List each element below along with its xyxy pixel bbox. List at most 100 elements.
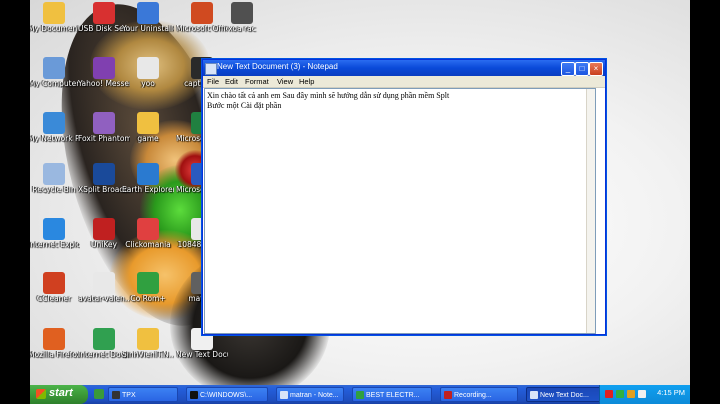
maximize-button[interactable]: □ bbox=[575, 62, 589, 76]
desktop-icon[interactable]: Co Rom+ bbox=[122, 272, 174, 303]
uninstall-icon bbox=[137, 2, 159, 24]
desktop-icon-label: SinhVienIT.N... bbox=[122, 351, 174, 359]
desktop-icon-label: game bbox=[137, 135, 159, 143]
taskbar: start TPX C:\WINDOWS\... matran - Note... B… bbox=[30, 385, 690, 404]
left-black-bar bbox=[0, 0, 30, 404]
desktop-icon-label: My Documents bbox=[30, 25, 80, 33]
desktop-icon[interactable]: Earth Explorer DEM 3.5 bbox=[122, 163, 174, 194]
close-button[interactable]: × bbox=[589, 62, 603, 76]
screen: My DocumentsUSB Disk SecurityYour Uninst… bbox=[0, 0, 720, 404]
computer-icon bbox=[43, 57, 65, 79]
desktop-icon-label: Mozilla Firefox bbox=[30, 351, 80, 359]
desktop-icon[interactable]: Clickomania bbox=[122, 218, 174, 249]
document-text[interactable]: Xin chào tất cả anh em Sau đây mình sẽ h… bbox=[207, 91, 449, 111]
menu-edit[interactable]: Edit bbox=[225, 77, 238, 86]
tray-antivirus-icon[interactable] bbox=[605, 390, 613, 398]
desktop-icon-label: Earth Explorer DEM 3.5 bbox=[122, 186, 174, 194]
folder-icon bbox=[137, 112, 159, 134]
unikey-icon bbox=[93, 218, 115, 240]
desktop-icon[interactable]: CCleaner bbox=[30, 272, 80, 303]
notepad-icon bbox=[530, 391, 538, 399]
start-label: start bbox=[49, 387, 73, 399]
start-button[interactable]: start bbox=[30, 385, 88, 404]
foxit-icon bbox=[93, 112, 115, 134]
desktop-icon-label: Your Uninstaller! bbox=[122, 25, 174, 33]
text-editor[interactable]: Xin chào tất cả anh em Sau đây mình sẽ h… bbox=[204, 88, 596, 334]
taskbar-button-label: matran - Note... bbox=[290, 392, 339, 399]
vertical-scrollbar[interactable] bbox=[586, 89, 595, 333]
desktop-icon-label: Recycle Bin bbox=[32, 186, 76, 194]
desktop-icon-label: Co Rom+ bbox=[130, 295, 166, 303]
desktop-icon-label: CCleaner bbox=[36, 295, 72, 303]
globe-icon bbox=[137, 163, 159, 185]
desktop-icon-label: yoo bbox=[141, 80, 155, 88]
taskbar-button[interactable]: matran - Note... bbox=[276, 387, 344, 402]
desktop-icon-label: Internet Explorer bbox=[30, 241, 80, 249]
desktop-icon-label: New Text Document (2) bbox=[176, 351, 228, 359]
folder-icon bbox=[137, 328, 159, 350]
title-bar[interactable]: New Text Document (3) - Notepad _ □ × bbox=[203, 60, 605, 76]
tray-app-icon[interactable] bbox=[616, 390, 624, 398]
desktop-icon-label: xoa rac bbox=[228, 25, 256, 33]
tray-speaker-icon[interactable] bbox=[638, 390, 646, 398]
notepad-icon bbox=[280, 391, 288, 399]
menu-help[interactable]: Help bbox=[299, 77, 314, 86]
menu-format[interactable]: Format bbox=[245, 77, 269, 86]
powerpoint-icon bbox=[191, 2, 213, 24]
taskbar-button[interactable]: BEST ELECTR... bbox=[352, 387, 432, 402]
desktop-icon[interactable]: Mozilla Firefox bbox=[30, 328, 80, 359]
menu-view[interactable]: View bbox=[277, 77, 293, 86]
minimize-button[interactable]: _ bbox=[561, 62, 575, 76]
taskbar-button[interactable]: C:\WINDOWS\... bbox=[186, 387, 268, 402]
clock: 4:15 PM bbox=[657, 388, 685, 397]
desktop-icon-label: My Computer bbox=[30, 80, 80, 88]
globe-icon bbox=[356, 391, 364, 399]
taskbar-button-label: BEST ELECTR... bbox=[366, 392, 420, 399]
ie-icon bbox=[43, 218, 65, 240]
image-icon bbox=[93, 272, 115, 294]
window-title: New Text Document (3) - Notepad bbox=[217, 62, 338, 71]
notepad-icon bbox=[205, 63, 217, 75]
notepad-window[interactable]: New Text Document (3) - Notepad _ □ × Fi… bbox=[202, 59, 606, 335]
taskbar-button[interactable]: Recording... bbox=[440, 387, 518, 402]
folder-icon bbox=[43, 2, 65, 24]
desktop: My DocumentsUSB Disk SecurityYour Uninst… bbox=[30, 0, 690, 404]
desktop-icon[interactable]: My Network Places bbox=[30, 112, 80, 143]
console-icon bbox=[190, 391, 198, 399]
right-black-bar bbox=[690, 0, 720, 404]
desktop-icon-label: Clickomania bbox=[125, 241, 171, 249]
film-icon bbox=[112, 391, 120, 399]
game-icon bbox=[137, 218, 159, 240]
download-icon bbox=[93, 328, 115, 350]
quick-launch-chrome-icon[interactable] bbox=[94, 389, 104, 399]
desktop-icon[interactable]: My Computer bbox=[30, 57, 80, 88]
taskbar-button[interactable]: New Text Doc... bbox=[526, 387, 608, 402]
xsplit-icon bbox=[93, 163, 115, 185]
yahoo-icon bbox=[93, 57, 115, 79]
desktop-icon[interactable]: game bbox=[122, 112, 174, 143]
desktop-icon[interactable]: SinhVienIT.N... bbox=[122, 328, 174, 359]
taskbar-button[interactable]: TPX bbox=[108, 387, 178, 402]
tray-app-icon[interactable] bbox=[627, 390, 635, 398]
taskbar-button-label: Recording... bbox=[454, 392, 492, 399]
shortcut-icon bbox=[231, 2, 253, 24]
ccleaner-icon bbox=[43, 272, 65, 294]
record-icon bbox=[444, 391, 452, 399]
taskbar-button-label: New Text Doc... bbox=[540, 392, 589, 399]
system-tray: 4:15 PM bbox=[599, 385, 690, 404]
desktop-icon[interactable]: Internet Explorer bbox=[30, 218, 80, 249]
desktop-icon[interactable]: My Documents bbox=[30, 2, 80, 33]
taskbar-button-label: TPX bbox=[122, 392, 136, 399]
desktop-icon[interactable]: yoo bbox=[122, 57, 174, 88]
cd-icon bbox=[137, 272, 159, 294]
shield-icon bbox=[93, 2, 115, 24]
desktop-icon[interactable]: Your Uninstaller! bbox=[122, 2, 174, 33]
menu-file[interactable]: File bbox=[207, 77, 219, 86]
document-icon bbox=[137, 57, 159, 79]
desktop-icon-label: My Network Places bbox=[30, 135, 80, 143]
desktop-icon[interactable]: xoa rac bbox=[216, 2, 268, 33]
desktop-icon[interactable]: Recycle Bin bbox=[30, 163, 80, 194]
firefox-icon bbox=[43, 328, 65, 350]
windows-logo-icon bbox=[36, 389, 46, 399]
network-icon bbox=[43, 112, 65, 134]
